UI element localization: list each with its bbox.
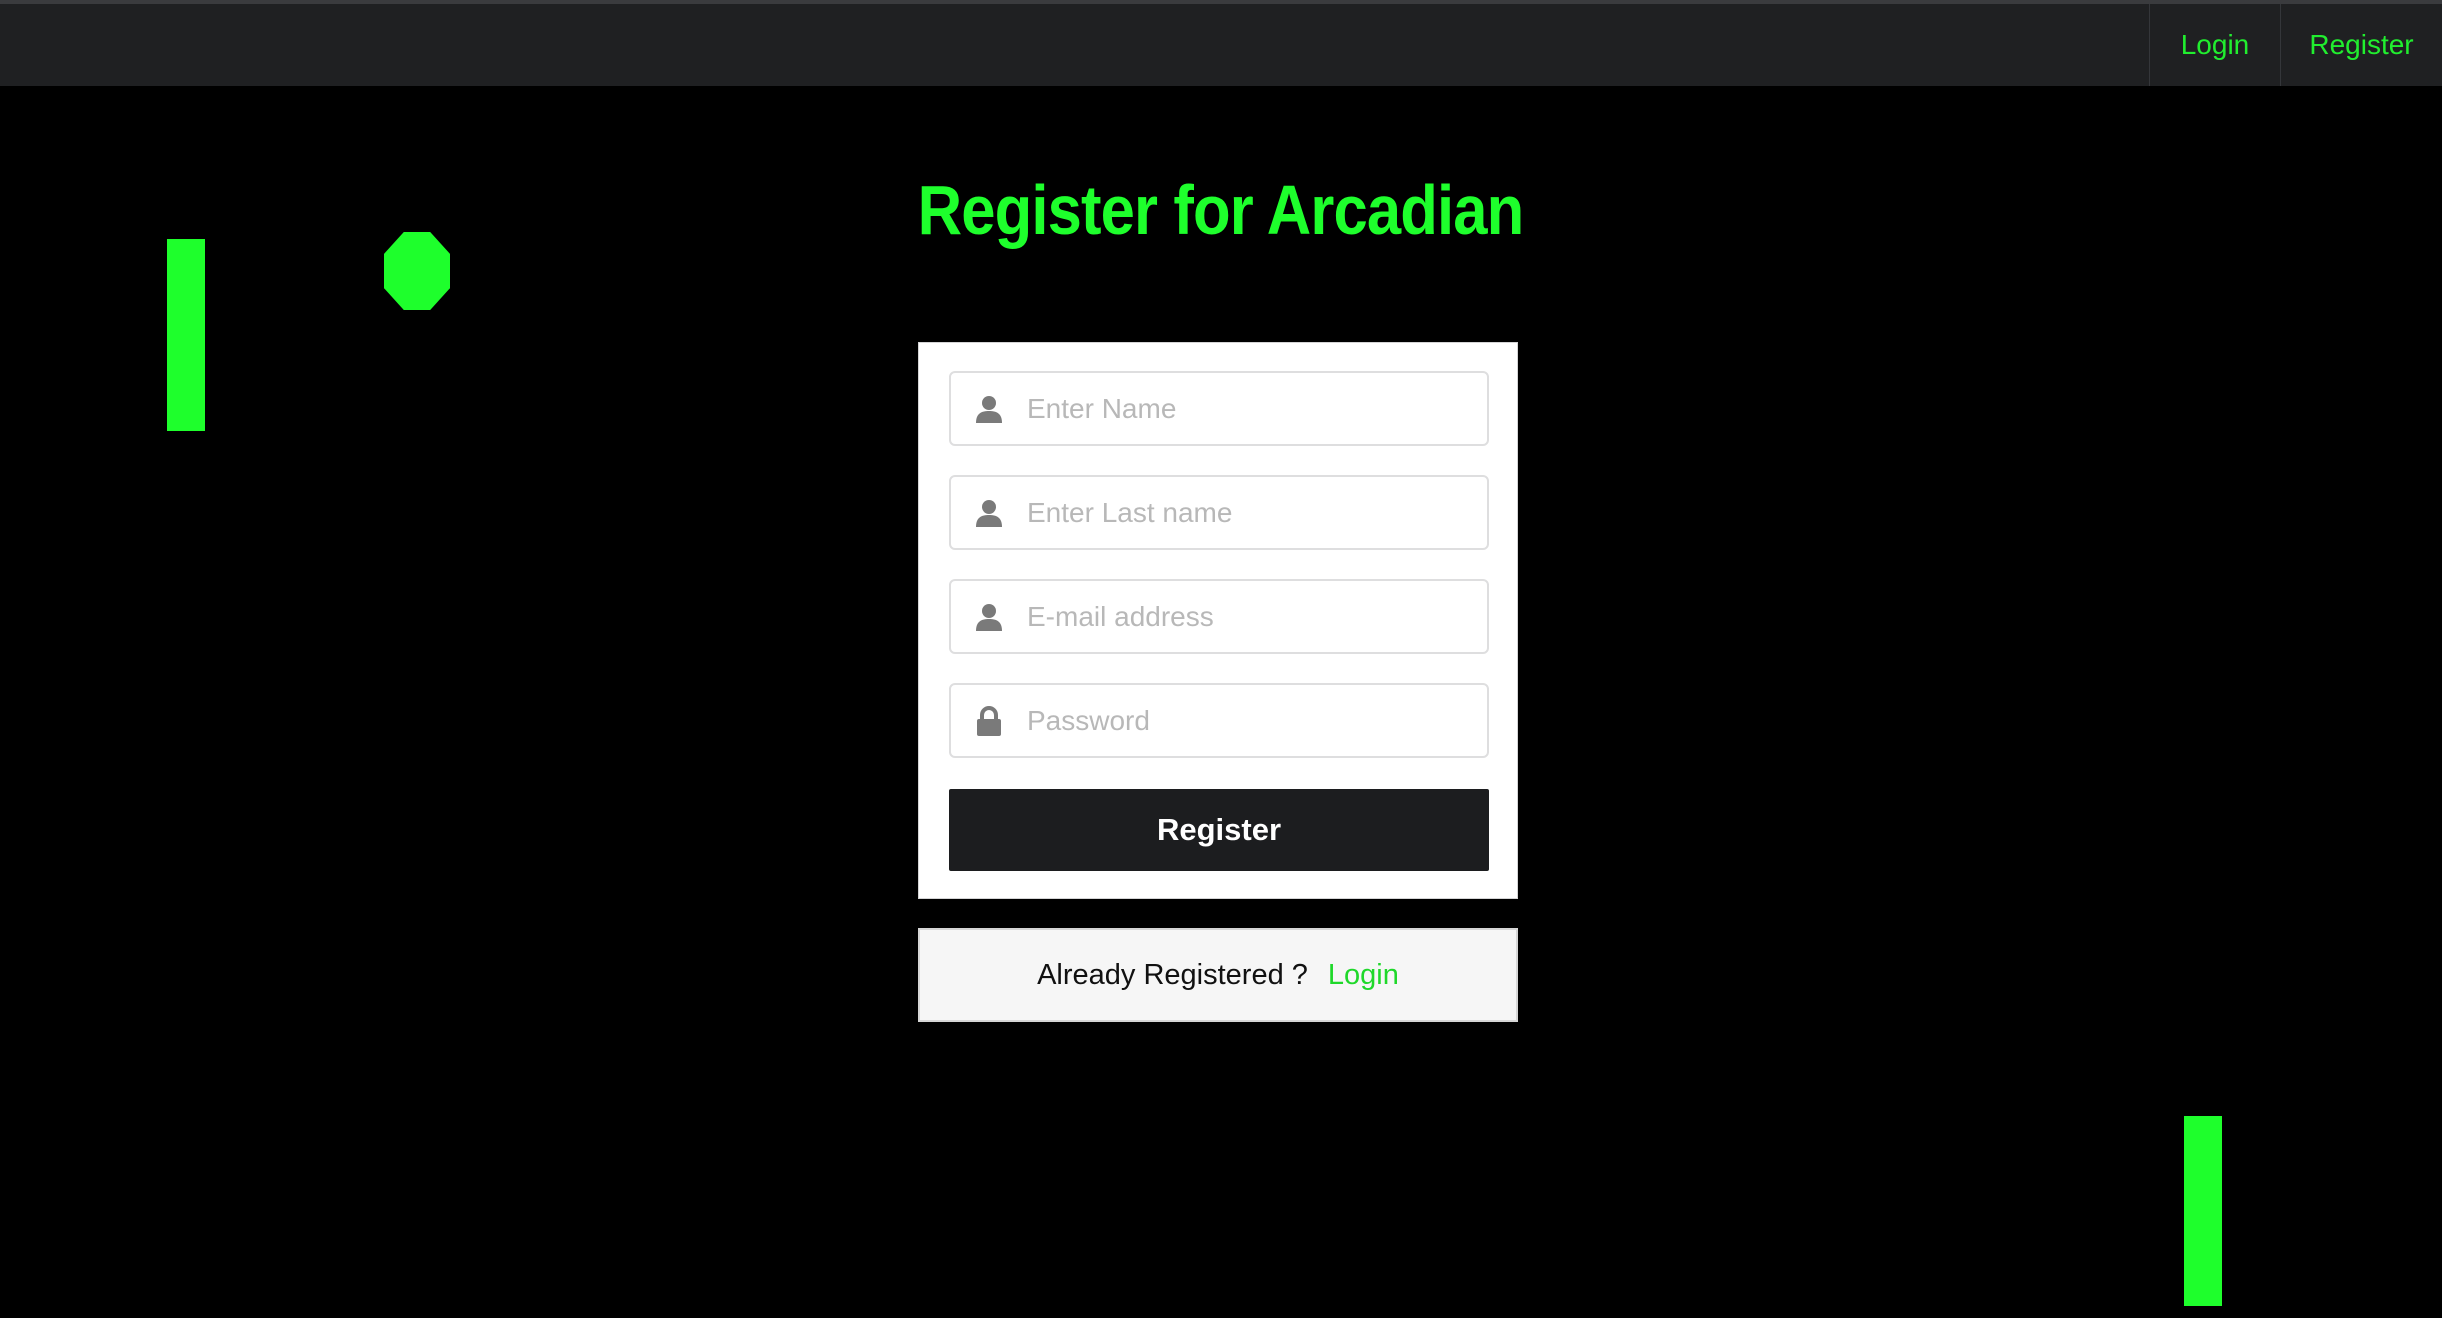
password-field[interactable] [949, 683, 1489, 758]
login-prompt: Already Registered ? Login [918, 928, 1518, 1022]
page: Login Register Register for Arcadian Ent… [0, 0, 2442, 1318]
email-field[interactable] [949, 579, 1489, 654]
page-title: Register for Arcadian [917, 171, 1525, 249]
last-name-input[interactable] [1027, 482, 1467, 543]
register-form: Register [918, 342, 1518, 899]
right-paddle [2184, 1116, 2222, 1306]
login-link[interactable]: Login [1328, 959, 1399, 992]
nav-login-link[interactable]: Login [2149, 4, 2280, 86]
top-navbar: Login Register [0, 0, 2442, 86]
nav-register-link[interactable]: Register [2280, 4, 2442, 86]
nav-menu: Login Register [2149, 4, 2442, 86]
left-paddle [167, 239, 205, 431]
email-input[interactable] [1027, 586, 1467, 647]
already-registered-text: Already Registered ? [1037, 958, 1308, 991]
name-field[interactable] [949, 371, 1489, 446]
last-name-field[interactable] [949, 475, 1489, 550]
user-icon [951, 477, 1027, 548]
register-button[interactable]: Register [949, 789, 1489, 871]
password-input[interactable] [1027, 690, 1467, 751]
user-icon [951, 581, 1027, 652]
name-input[interactable] [1027, 378, 1467, 439]
lock-icon [951, 685, 1027, 756]
user-icon [951, 373, 1027, 444]
